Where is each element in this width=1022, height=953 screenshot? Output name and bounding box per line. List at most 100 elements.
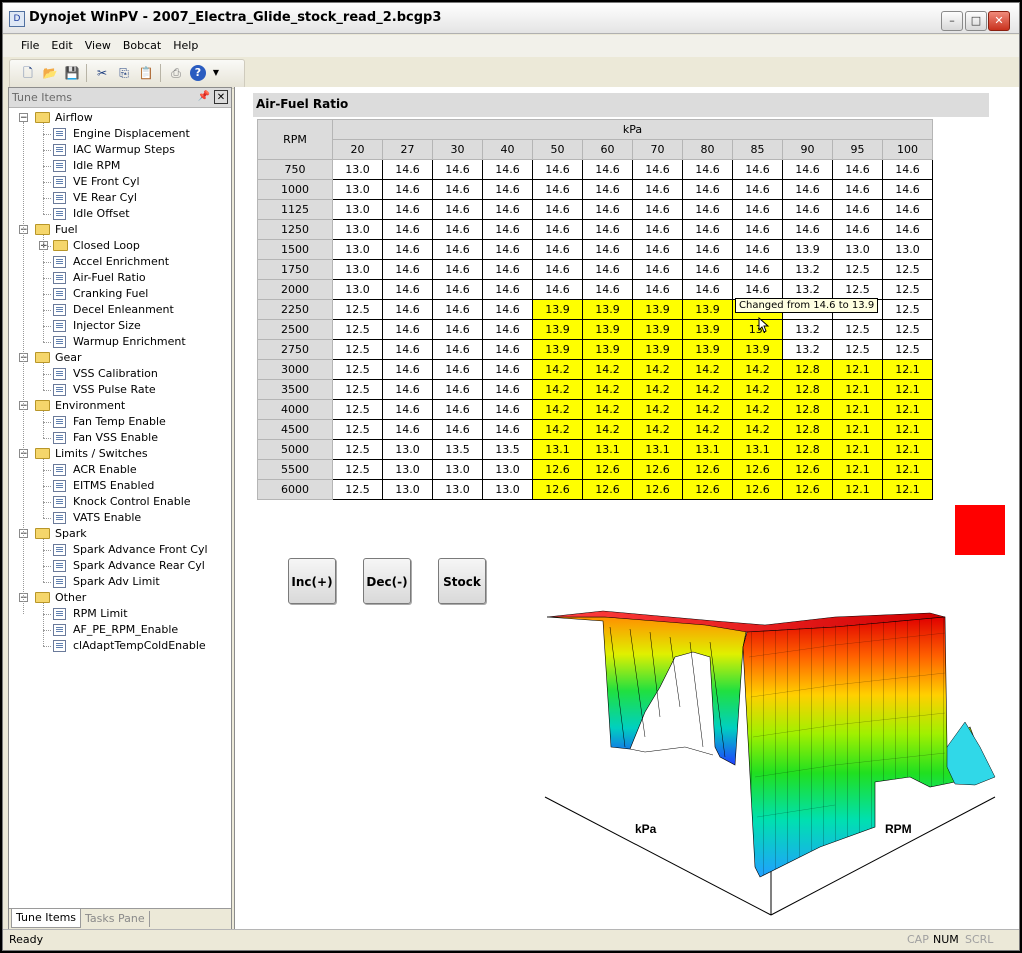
tree-item[interactable]: Engine Displacement	[9, 126, 229, 142]
tree-group-limits-switches[interactable]: − Limits / Switches	[9, 446, 229, 462]
afr-cell[interactable]: 12.5	[882, 319, 933, 340]
afr-cell[interactable]: 14.2	[682, 379, 733, 400]
increment-button[interactable]: Inc(+)	[288, 558, 336, 604]
afr-cell[interactable]: 12.5	[332, 419, 383, 440]
afr-cell[interactable]: 14.6	[732, 199, 783, 220]
afr-cell[interactable]: 14.6	[582, 159, 633, 180]
cut-icon[interactable]: ✂	[94, 65, 110, 81]
afr-cell[interactable]: 14.6	[582, 279, 633, 300]
afr-cell[interactable]: 14.6	[532, 179, 583, 200]
afr-cell[interactable]: 12.1	[882, 439, 933, 460]
afr-cell[interactable]: 13.0	[382, 439, 433, 460]
tree-item[interactable]: VATS Enable	[9, 510, 229, 526]
afr-cell[interactable]: 14.2	[682, 419, 733, 440]
tree-item[interactable]: Spark Adv Limit	[9, 574, 229, 590]
afr-cell[interactable]: 14.6	[482, 279, 533, 300]
afr-cell[interactable]: 14.2	[532, 379, 583, 400]
afr-cell[interactable]: 14.6	[682, 219, 733, 240]
afr-cell[interactable]: 14.6	[832, 159, 883, 180]
afr-cell[interactable]: 12.5	[332, 379, 383, 400]
afr-cell[interactable]: 12.6	[582, 479, 633, 500]
afr-cell[interactable]: 14.6	[382, 199, 433, 220]
afr-cell[interactable]: 13.9	[532, 299, 583, 320]
afr-cell[interactable]: 12.6	[532, 459, 583, 480]
menu-view[interactable]: View	[79, 35, 117, 52]
afr-cell[interactable]: 14.6	[482, 419, 533, 440]
tree-item[interactable]: Injector Size	[9, 318, 229, 334]
afr-cell[interactable]: 14.6	[732, 219, 783, 240]
afr-cell[interactable]: 14.6	[782, 219, 833, 240]
afr-cell[interactable]: 13.9	[682, 339, 733, 360]
afr-cell[interactable]: 14.2	[582, 379, 633, 400]
afr-cell[interactable]: 12.6	[582, 459, 633, 480]
afr-cell[interactable]: 12.5	[332, 439, 383, 460]
afr-cell[interactable]: 12.6	[532, 479, 583, 500]
afr-cell[interactable]: 14.6	[632, 199, 683, 220]
afr-cell[interactable]: 14.6	[482, 239, 533, 260]
afr-cell[interactable]: 14.6	[582, 219, 633, 240]
afr-cell[interactable]: 12.5	[882, 299, 933, 320]
afr-cell[interactable]: 12.5	[832, 279, 883, 300]
afr-cell[interactable]: 14.6	[732, 159, 783, 180]
tree-item[interactable]: Fan Temp Enable	[9, 414, 229, 430]
afr-cell[interactable]: 13.1	[582, 439, 633, 460]
tree-item[interactable]: Knock Control Enable	[9, 494, 229, 510]
tree-group-environment[interactable]: − Environment	[9, 398, 229, 414]
tree-item[interactable]: RPM Limit	[9, 606, 229, 622]
afr-cell[interactable]: 12.8	[782, 399, 833, 420]
afr-cell[interactable]: 14.6	[382, 259, 433, 280]
afr-cell[interactable]: 13.0	[882, 239, 933, 260]
afr-cell[interactable]: 12.1	[882, 399, 933, 420]
afr-cell[interactable]: 12.1	[832, 439, 883, 460]
afr-cell[interactable]: 14.6	[632, 219, 683, 240]
tree-item[interactable]: Spark Advance Rear Cyl	[9, 558, 229, 574]
afr-cell[interactable]: 13.9	[782, 239, 833, 260]
maximize-button[interactable]: □	[965, 11, 987, 31]
afr-cell[interactable]: 13.0	[332, 279, 383, 300]
afr-cell[interactable]: 12.1	[832, 419, 883, 440]
afr-cell[interactable]: 14.6	[432, 259, 483, 280]
afr-cell[interactable]: 14.6	[632, 259, 683, 280]
afr-cell[interactable]: 13.0	[332, 219, 383, 240]
afr-cell[interactable]: 14.6	[532, 199, 583, 220]
afr-cell[interactable]: 13.0	[332, 199, 383, 220]
afr-cell[interactable]: 12.5	[332, 339, 383, 360]
afr-cell[interactable]: 13.0	[332, 159, 383, 180]
afr-cell[interactable]: 14.6	[632, 179, 683, 200]
tree-item[interactable]: Warmup Enrichment	[9, 334, 229, 350]
afr-cell[interactable]: 12.1	[832, 379, 883, 400]
tree-item[interactable]: Idle RPM	[9, 158, 229, 174]
afr-cell[interactable]: 13.0	[482, 479, 533, 500]
afr-cell[interactable]: 12.6	[682, 459, 733, 480]
tree-item[interactable]: EITMS Enabled	[9, 478, 229, 494]
tree-item[interactable]: Idle Offset	[9, 206, 229, 222]
afr-cell[interactable]: 14.6	[432, 159, 483, 180]
afr-cell[interactable]: 13.0	[432, 459, 483, 480]
afr-cell[interactable]: 13.5	[432, 439, 483, 460]
paste-icon[interactable]: 📋	[138, 65, 154, 81]
afr-cell[interactable]: 14.2	[632, 419, 683, 440]
afr-cell[interactable]: 14.6	[732, 239, 783, 260]
afr-cell[interactable]: 14.6	[432, 319, 483, 340]
afr-cell[interactable]: 12.1	[882, 359, 933, 380]
afr-cell[interactable]: 14.2	[732, 399, 783, 420]
stock-button[interactable]: Stock	[438, 558, 486, 604]
afr-cell[interactable]: 14.6	[632, 239, 683, 260]
afr-cell[interactable]: 14.6	[432, 239, 483, 260]
afr-cell[interactable]: 12.1	[832, 359, 883, 380]
afr-cell[interactable]: 13.2	[782, 279, 833, 300]
afr-cell[interactable]: 13.9	[632, 339, 683, 360]
tree-item[interactable]: clAdaptTempColdEnable	[9, 638, 229, 654]
afr-cell[interactable]: 12.8	[782, 419, 833, 440]
tree-item[interactable]: Cranking Fuel	[9, 286, 229, 302]
tree-item[interactable]: IAC Warmup Steps	[9, 142, 229, 158]
afr-cell[interactable]: 14.6	[582, 199, 633, 220]
menu-edit[interactable]: Edit	[45, 35, 78, 52]
afr-cell[interactable]: 14.6	[532, 219, 583, 240]
afr-cell[interactable]: 14.6	[882, 179, 933, 200]
afr-cell[interactable]: 13.9	[582, 339, 633, 360]
afr-cell[interactable]: 14.6	[432, 279, 483, 300]
menu-file[interactable]: File	[15, 35, 45, 52]
afr-cell[interactable]: 14.6	[382, 399, 433, 420]
afr-cell[interactable]: 14.6	[482, 219, 533, 240]
